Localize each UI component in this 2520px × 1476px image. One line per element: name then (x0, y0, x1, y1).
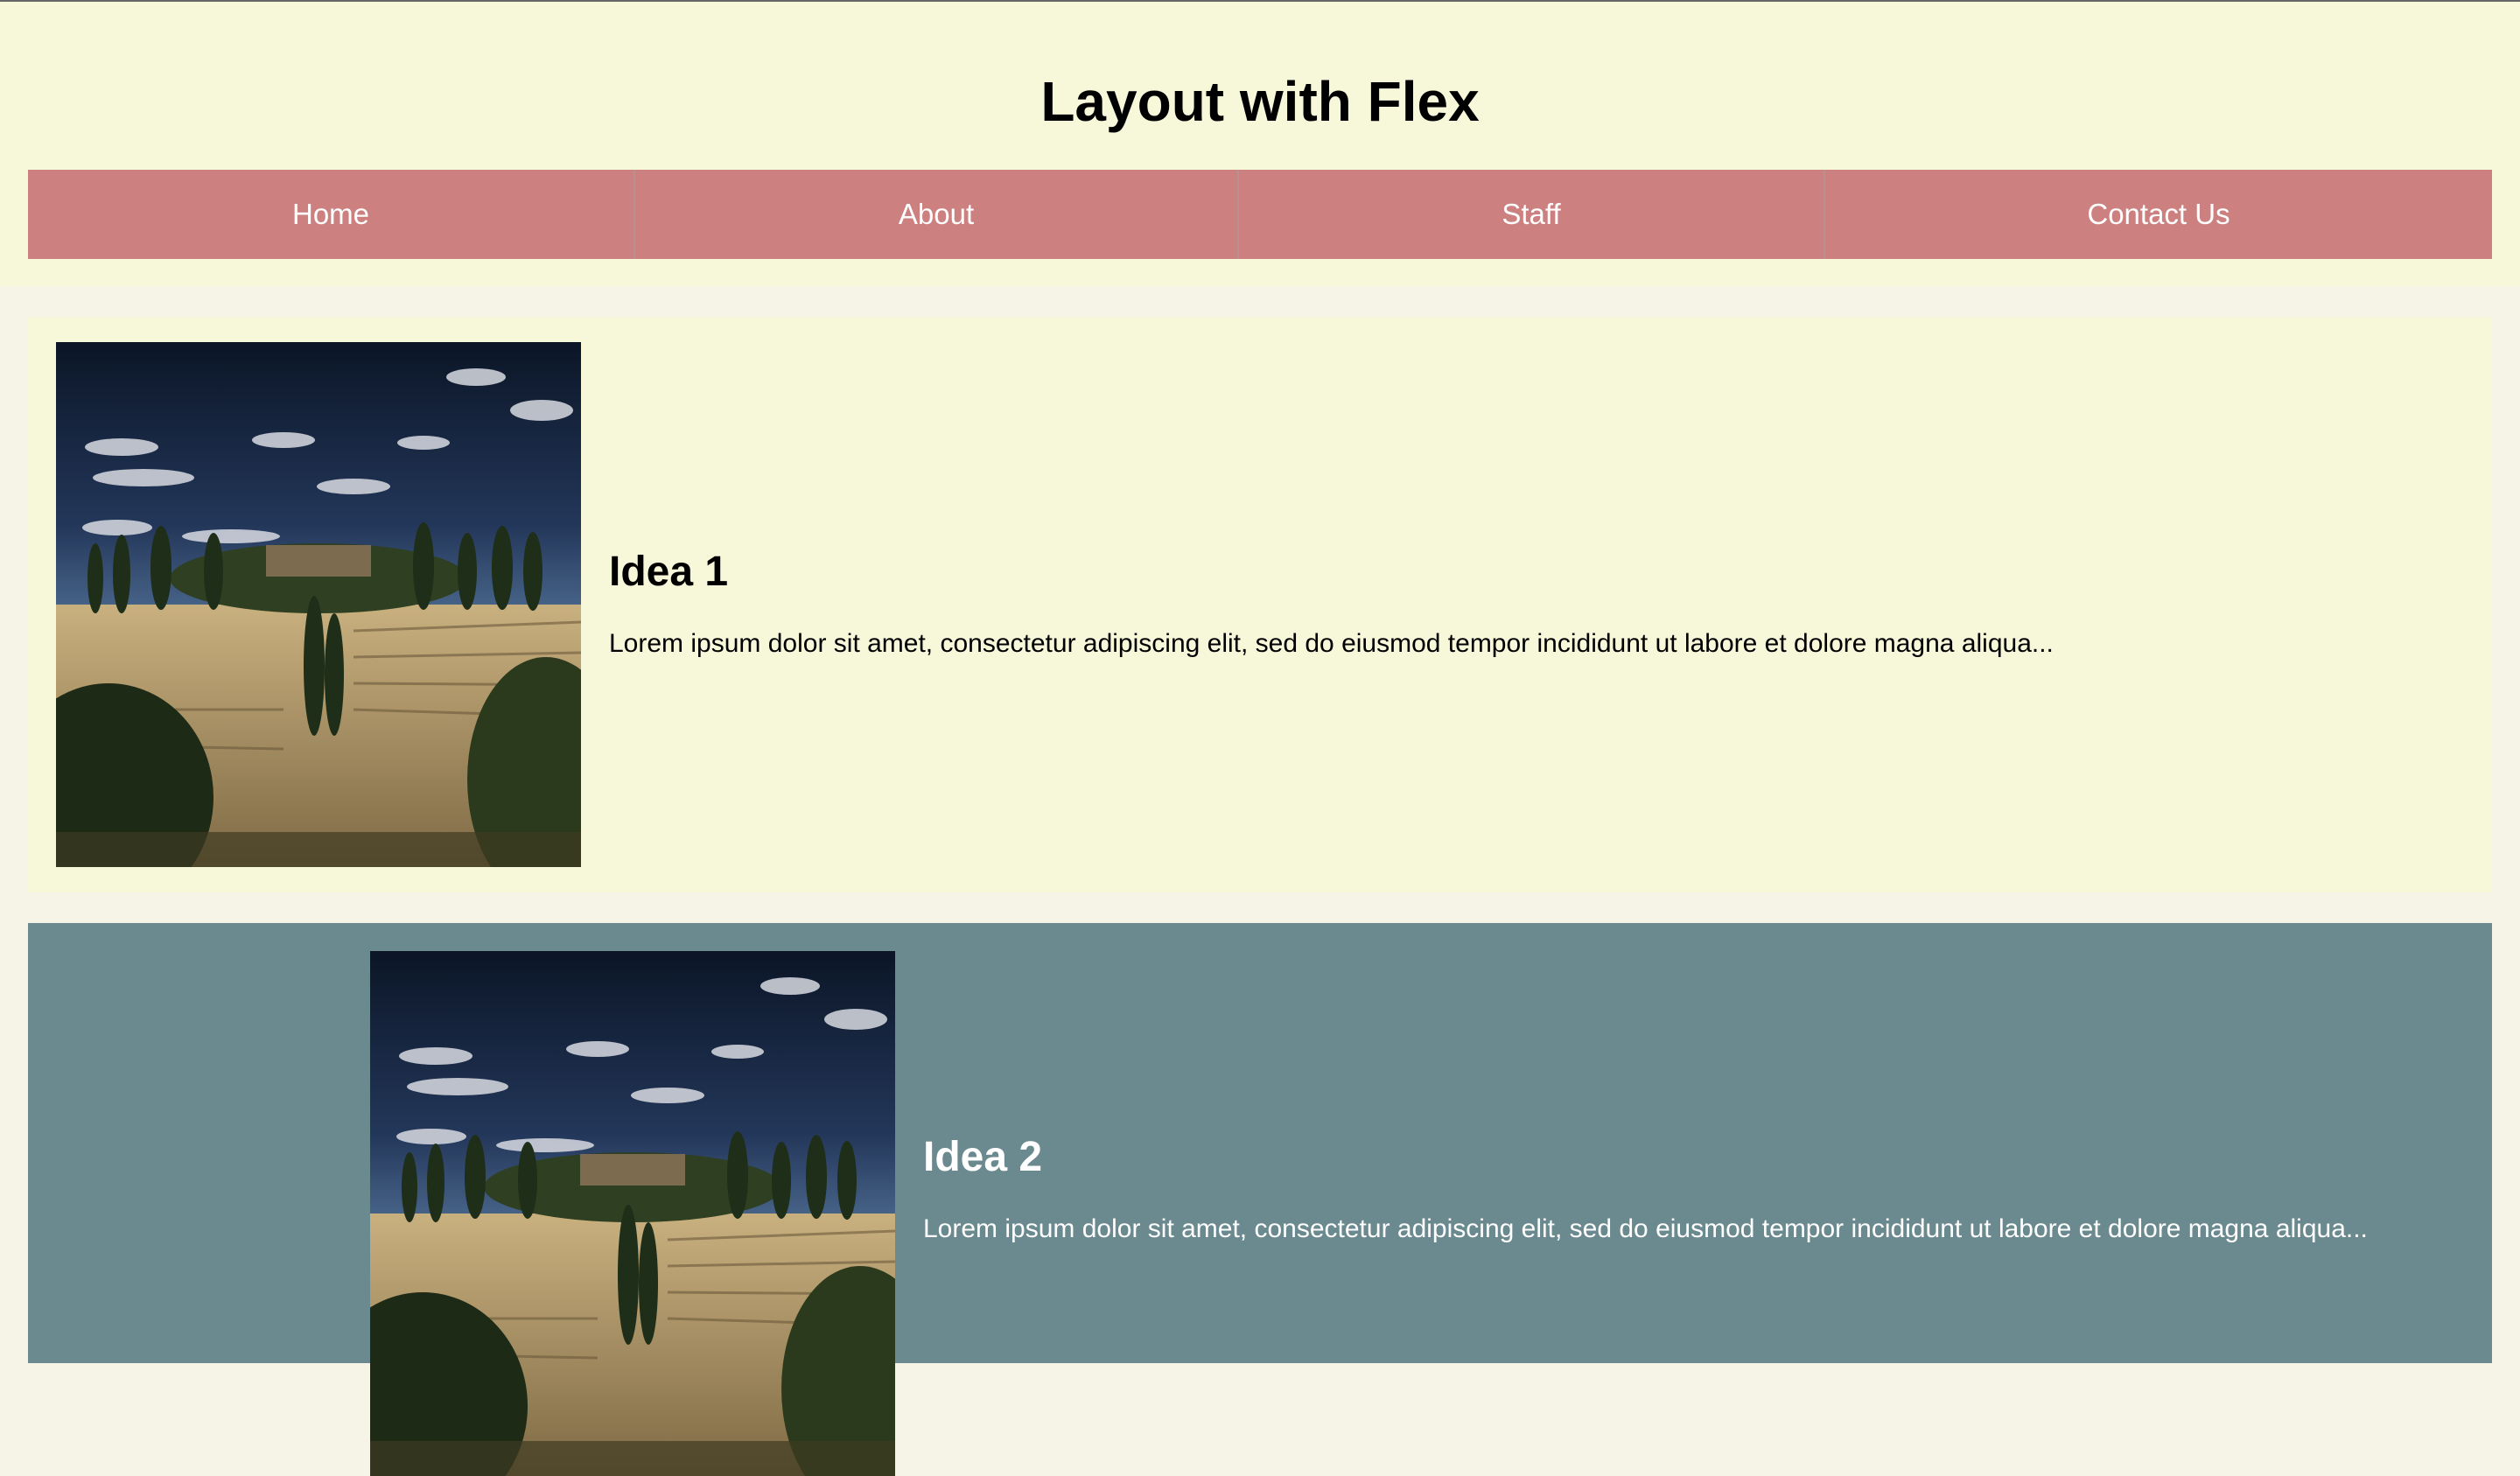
idea-text: Idea 1 Lorem ipsum dolor sit amet, conse… (609, 548, 2054, 661)
nav-item-contact-us[interactable]: Contact Us (1824, 170, 2492, 259)
idea-title: Idea 2 (923, 1134, 1043, 1180)
idea-description: Lorem ipsum dolor sit amet, consectetur … (609, 629, 2054, 658)
idea-title: Idea 1 (609, 549, 729, 595)
landscape-image (370, 951, 895, 1476)
main-nav: Home About Staff Contact Us (28, 170, 2492, 259)
nav-item-about[interactable]: About (634, 170, 1237, 259)
idea-card-2: Idea 2 Lorem ipsum dolor sit amet, conse… (28, 923, 2492, 1476)
landscape-image (56, 342, 581, 867)
idea-description: Lorem ipsum dolor sit amet, consectetur … (923, 1214, 2368, 1243)
nav-item-home[interactable]: Home (28, 170, 634, 259)
page-header: Layout with Flex Home About Staff Contac… (0, 2, 2520, 286)
nav-item-staff[interactable]: Staff (1237, 170, 1824, 259)
idea-card-1: Idea 1 Lorem ipsum dolor sit amet, conse… (28, 317, 2492, 892)
page-title: Layout with Flex (1040, 70, 1480, 133)
idea-text: Idea 2 Lorem ipsum dolor sit amet, conse… (923, 1133, 2368, 1247)
